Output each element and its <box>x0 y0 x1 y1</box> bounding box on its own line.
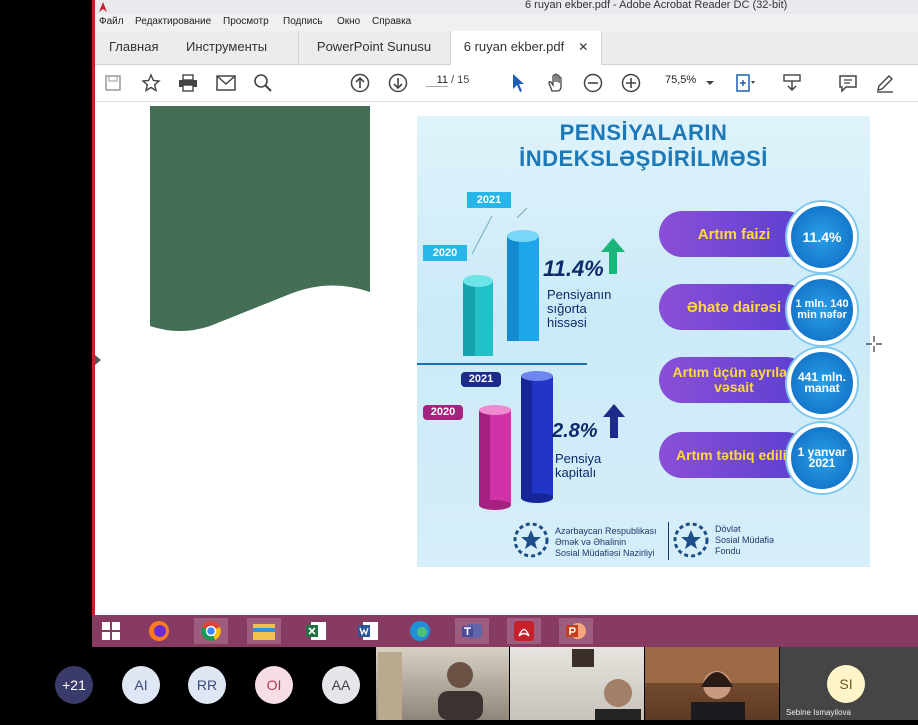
tab-pdf-doc[interactable]: 6 ruyan ekber.pdf ✕ <box>450 31 602 65</box>
avatar[interactable]: RR <box>188 666 226 704</box>
fund-name: Dövlət Sosial Müdafiə Fondu <box>715 524 774 557</box>
page-number-input[interactable]: 11 <box>426 74 448 87</box>
tab-home[interactable]: Главная <box>109 31 158 64</box>
email-icon[interactable] <box>214 71 238 95</box>
word-icon[interactable] <box>351 618 385 644</box>
tab-label: PowerPoint Sunusu <box>316 39 432 54</box>
acrobat-window: 6 ruyan ekber.pdf - Adobe Acrobat Reader… <box>92 0 918 615</box>
ministry-line: Əmək və Əhalinin <box>555 537 627 547</box>
bottom-chart-caption: Pensiya kapitalı <box>555 452 601 480</box>
pension-capital-bars <box>479 371 553 510</box>
infographic-slide: PENSİYALARIN İNDEKSLƏŞDİRİLMƏSİ 2021 202… <box>417 116 870 567</box>
ministry-line: Azərbaycan Respublikası <box>555 526 657 536</box>
menu-help[interactable]: Справка <box>372 16 411 27</box>
toolbar: 11 / 15 75,5% <box>95 65 918 102</box>
save-icon[interactable] <box>101 71 125 95</box>
item-value-growth-rate: 11.4% <box>787 202 857 272</box>
tab-label: 6 ruyan ekber.pdf <box>463 39 565 54</box>
top-chart-caption: Pensiyanın sığorta hissəsi <box>547 288 611 330</box>
menu-view[interactable]: Просмотр <box>223 16 269 27</box>
avatar[interactable]: AA <box>322 666 360 704</box>
windows-start-icon[interactable] <box>94 618 128 644</box>
zoom-in-icon[interactable] <box>619 71 643 95</box>
ministry-name: Azərbaycan Respublikası Əmək və Əhalinin… <box>555 526 657 559</box>
menu-sign[interactable]: Подпись <box>283 16 323 27</box>
avatar: SI <box>827 665 865 703</box>
caption-line: Pensiya <box>555 451 602 466</box>
avatar[interactable]: AI <box>122 666 160 704</box>
fund-line: Dövlət <box>715 524 741 534</box>
participant-name-label: Sebine Ismayilova <box>786 708 851 717</box>
crosshair-cursor-icon <box>866 336 882 352</box>
caption-line: kapitalı <box>555 465 597 480</box>
fund-line: Sosial Müdafiə <box>715 535 775 545</box>
acrobat-logo-icon <box>99 2 107 12</box>
file-explorer-icon[interactable] <box>247 618 281 644</box>
caption-line: sığorta <box>547 301 587 316</box>
menu-window[interactable]: Окно <box>337 16 360 27</box>
windows-taskbar <box>92 615 918 647</box>
teams-icon[interactable] <box>455 618 489 644</box>
left-black-strip <box>0 0 92 620</box>
acrobat-taskbar-icon[interactable] <box>507 618 541 644</box>
caption-line: hissəsi <box>547 315 587 330</box>
menu-file[interactable]: Файл <box>99 16 124 27</box>
top-percent: 11.4% <box>543 256 604 281</box>
item-value-funds: 441 mln. manat <box>787 348 857 418</box>
arrow-up-icon <box>603 404 625 438</box>
tab-bar: Главная Инструменты PowerPoint Sunusu 6 … <box>95 31 918 65</box>
search-icon[interactable] <box>251 71 275 95</box>
tab-tools[interactable]: Инструменты <box>186 31 267 64</box>
window-title: 6 ruyan ekber.pdf - Adobe Acrobat Reader… <box>525 0 788 11</box>
bottom-percent: 2.8% <box>552 420 598 442</box>
infographic-title-line2: İNDEKSLƏŞDİRİLMƏSİ <box>519 146 768 171</box>
fund-line: Fondu <box>715 546 741 556</box>
edge-icon[interactable] <box>403 618 437 644</box>
menu-bar: Файл Редактирование Просмотр Подпись Окн… <box>95 14 918 31</box>
menu-edit[interactable]: Редактирование <box>135 16 211 27</box>
caption-line: Pensiyanın <box>547 287 612 302</box>
fit-page-icon[interactable] <box>733 71 757 95</box>
firefox-icon[interactable] <box>142 618 176 644</box>
participant-video-3[interactable] <box>645 647 779 720</box>
pen-icon[interactable] <box>873 71 897 95</box>
participant-video-2[interactable] <box>510 647 644 720</box>
year-label-2020-bottom: 2020 <box>423 405 463 420</box>
tab-powerpoint-doc[interactable]: PowerPoint Sunusu <box>298 31 449 64</box>
comment-icon[interactable] <box>836 71 860 95</box>
fund-emblem-icon <box>673 522 709 558</box>
hand-tool-icon[interactable] <box>544 71 568 95</box>
participant-video-1[interactable] <box>376 647 509 720</box>
divider <box>417 363 587 365</box>
footer-divider <box>668 522 669 560</box>
ministry-emblem-icon <box>513 522 549 558</box>
arrow-up-icon <box>601 238 625 274</box>
chevron-down-icon[interactable] <box>698 71 722 95</box>
zoom-out-icon[interactable] <box>581 71 605 95</box>
page-down-icon[interactable] <box>386 71 410 95</box>
page-total: / 15 <box>451 74 470 86</box>
item-value-effective-date: 1 yanvar 2021 <box>787 423 857 493</box>
chrome-icon[interactable] <box>194 618 228 644</box>
excel-icon[interactable] <box>299 618 333 644</box>
meeting-participants-strip: +21 AI RR OI AA SI Sebine Ismayilova <box>0 647 918 720</box>
close-tab-icon[interactable]: ✕ <box>578 40 588 54</box>
green-decorative-shape <box>150 106 370 331</box>
powerpoint-icon[interactable] <box>559 618 593 644</box>
document-view[interactable]: PENSİYALARIN İNDEKSLƏŞDİRİLMƏSİ 2021 202… <box>95 102 918 615</box>
select-cursor-icon[interactable] <box>506 71 530 95</box>
ministry-line: Sosial Müdafiəsi Nazirliyi <box>555 548 655 558</box>
print-icon[interactable] <box>176 71 200 95</box>
scroll-mode-icon[interactable] <box>780 71 804 95</box>
bookmark-star-icon[interactable] <box>139 71 163 95</box>
participant-tile-si[interactable]: SI Sebine Ismayilova <box>780 647 918 720</box>
item-value-coverage: 1 mln. 140 min nəfər <box>787 275 857 345</box>
page-up-icon[interactable] <box>348 71 372 95</box>
title-bar: 6 ruyan ekber.pdf - Adobe Acrobat Reader… <box>95 0 918 14</box>
zoom-level[interactable]: 75,5% <box>665 74 696 86</box>
infographic-title-line1: PENSİYALARIN <box>559 120 728 145</box>
expand-panel-icon[interactable] <box>95 352 101 370</box>
participant-count[interactable]: +21 <box>55 666 93 704</box>
avatar[interactable]: OI <box>255 666 293 704</box>
